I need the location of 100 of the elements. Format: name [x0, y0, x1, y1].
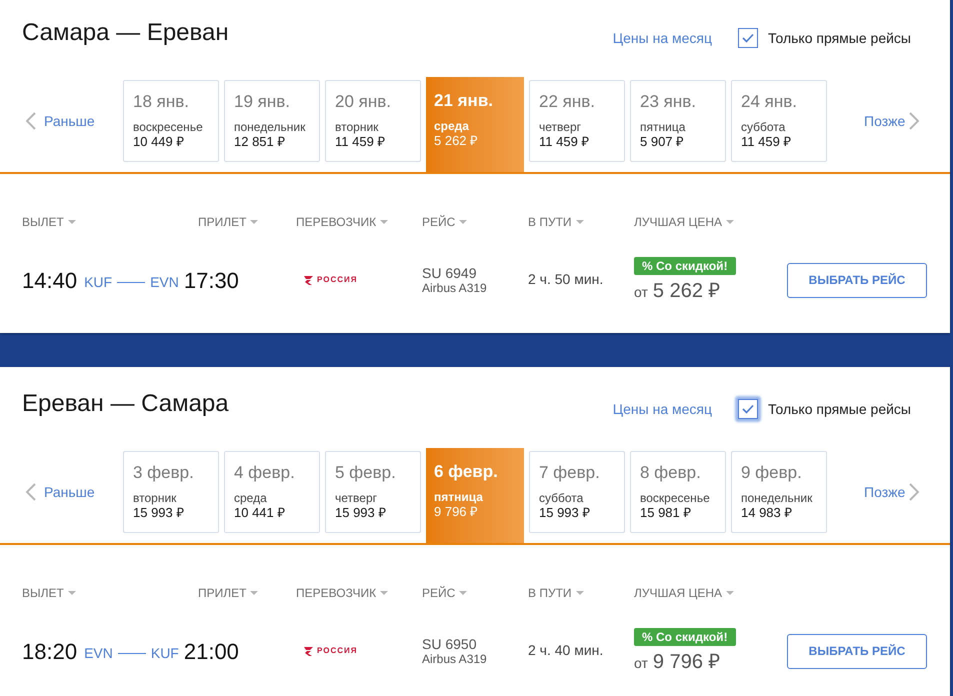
column-header[interactable]: В ПУТИ [528, 585, 572, 601]
best-price: 5 262 ₽ [652, 279, 720, 303]
month-prices-link[interactable]: Цены на месяц [612, 28, 712, 48]
airline-name: РОССИЯ [317, 274, 358, 286]
earlier-button[interactable]: Раньше [0, 111, 123, 131]
column-header[interactable]: РЕЙС [422, 585, 456, 601]
earlier-button[interactable]: Раньше [0, 482, 123, 502]
date-price: 11 459 ₽ [335, 134, 386, 150]
discount-badge: % Со скидкой! [634, 257, 736, 275]
flight-number: SU 6949 [422, 265, 478, 281]
date-label: 5 февр. [335, 463, 397, 483]
checkbox-label: Только прямые рейсы [768, 400, 911, 419]
select-flight-button[interactable]: ВЫБРАТЬ РЕЙС [787, 634, 927, 668]
date-label: 18 янв. [133, 92, 190, 112]
route-line [118, 652, 146, 654]
price-prefix: от [634, 654, 648, 673]
caret-icon [380, 220, 388, 224]
date-price: 11 459 ₽ [539, 134, 590, 150]
date-price: 15 981 ₽ [640, 505, 692, 521]
destination-code: KUF [150, 644, 179, 662]
caret-icon [68, 220, 76, 224]
caret-icon [250, 220, 258, 224]
date-cell[interactable]: 8 февр. воскресенье 15 981 ₽ [630, 451, 726, 533]
flight-duration: 2 ч. 40 мин. [528, 642, 604, 658]
date-label: 4 февр. [234, 463, 296, 483]
departure-time: 18:20 [22, 638, 78, 666]
column-header[interactable]: ПЕРЕВОЗЧИК [296, 214, 376, 230]
logo-mark-icon [304, 646, 313, 656]
month-prices-link[interactable]: Цены на месяц [612, 398, 712, 420]
weekday-label: понедельник [234, 120, 306, 134]
date-cell[interactable]: 20 янв. вторник 11 459 ₽ [325, 80, 421, 162]
aircraft-model: Airbus A319 [422, 281, 488, 295]
caret-icon [68, 591, 76, 595]
chevron-right-icon [909, 483, 920, 501]
column-header[interactable]: РЕЙС [422, 214, 456, 230]
column-header[interactable]: В ПУТИ [528, 214, 572, 230]
checkmark-icon [742, 33, 754, 43]
column-header[interactable]: ВЫЛЕТ [22, 214, 64, 230]
date-price: 5 907 ₽ [640, 134, 686, 150]
checkbox-label: Только прямые рейсы [768, 28, 911, 48]
date-cell[interactable]: 22 янв. четверг 11 459 ₽ [529, 80, 625, 162]
weekday-label: среда [234, 491, 268, 505]
column-header[interactable]: ЛУЧШАЯ ЦЕНА [634, 585, 722, 601]
weekday-label: четверг [335, 491, 378, 505]
chevron-left-icon [26, 483, 36, 501]
date-label: 6 февр. [434, 462, 499, 482]
date-price: 10 449 ₽ [133, 134, 186, 150]
date-cell[interactable]: 18 янв. воскресенье 10 449 ₽ [123, 80, 219, 162]
select-flight-button[interactable]: ВЫБРАТЬ РЕЙС [787, 262, 927, 298]
date-cell[interactable]: 4 февр. среда 10 441 ₽ [224, 451, 320, 533]
weekday-label: суббота [539, 491, 584, 505]
weekday-label: четверг [539, 120, 582, 134]
date-label: 21 янв. [434, 91, 494, 111]
date-label: 8 февр. [640, 463, 702, 483]
arrival-time: 17:30 [184, 266, 239, 294]
date-cell[interactable]: 23 янв. пятница 5 907 ₽ [630, 80, 726, 162]
caret-icon [250, 591, 258, 595]
date-price: 12 851 ₽ [234, 134, 286, 150]
best-price: 9 796 ₽ [652, 650, 720, 674]
caret-icon [726, 220, 734, 224]
date-cell[interactable]: 6 февр. пятница 9 796 ₽ [426, 448, 524, 543]
date-label: 7 февр. [539, 463, 601, 483]
date-cell[interactable]: 24 янв. суббота 11 459 ₽ [731, 80, 827, 162]
date-cell[interactable]: 9 февр. понедельник 14 983 ₽ [731, 451, 827, 533]
date-label: 20 янв. [335, 92, 392, 112]
column-header[interactable]: ПРИЛЕТ [198, 214, 246, 230]
caret-icon [459, 591, 468, 595]
later-button[interactable]: Позже [864, 482, 920, 502]
date-label: 19 янв. [234, 92, 291, 112]
date-label: 23 янв. [640, 92, 697, 112]
date-cell[interactable]: 7 февр. суббота 15 993 ₽ [529, 451, 625, 533]
caret-icon [576, 220, 584, 224]
origin-code: KUF [84, 272, 112, 292]
date-price: 14 983 ₽ [741, 505, 794, 521]
date-price: 5 262 ₽ [434, 133, 480, 149]
date-price: 15 993 ₽ [133, 505, 186, 521]
column-header[interactable]: ПЕРЕВОЗЧИК [296, 585, 376, 601]
checkbox[interactable] [738, 28, 758, 48]
caret-icon [576, 591, 584, 595]
weekday-label: вторник [133, 491, 178, 505]
caret-icon [459, 220, 468, 224]
column-header[interactable]: ПРИЛЕТ [198, 585, 246, 601]
date-cell[interactable]: 21 янв. среда 5 262 ₽ [426, 77, 524, 172]
caret-icon [726, 591, 734, 595]
origin-code: EVN [84, 644, 113, 662]
date-cell[interactable]: 5 февр. четверг 15 993 ₽ [325, 451, 421, 533]
column-header[interactable]: ВЫЛЕТ [22, 585, 64, 601]
flight-number: SU 6950 [422, 636, 478, 652]
logo-mark-icon [304, 276, 313, 284]
date-label: 24 янв. [741, 92, 798, 112]
later-button[interactable]: Позже [864, 111, 920, 131]
discount-badge: % Со скидкой! [634, 628, 736, 646]
date-cell[interactable]: 19 янв. понедельник 12 851 ₽ [224, 80, 320, 162]
date-label: 3 февр. [133, 463, 195, 483]
date-price: 15 993 ₽ [539, 505, 592, 521]
date-cell[interactable]: 3 февр. вторник 15 993 ₽ [123, 451, 219, 533]
column-header[interactable]: ЛУЧШАЯ ЦЕНА [634, 214, 722, 230]
route-title: Ереван — Самара [22, 389, 229, 419]
weekday-label: понедельник [741, 491, 814, 505]
date-price: 11 459 ₽ [741, 134, 792, 150]
